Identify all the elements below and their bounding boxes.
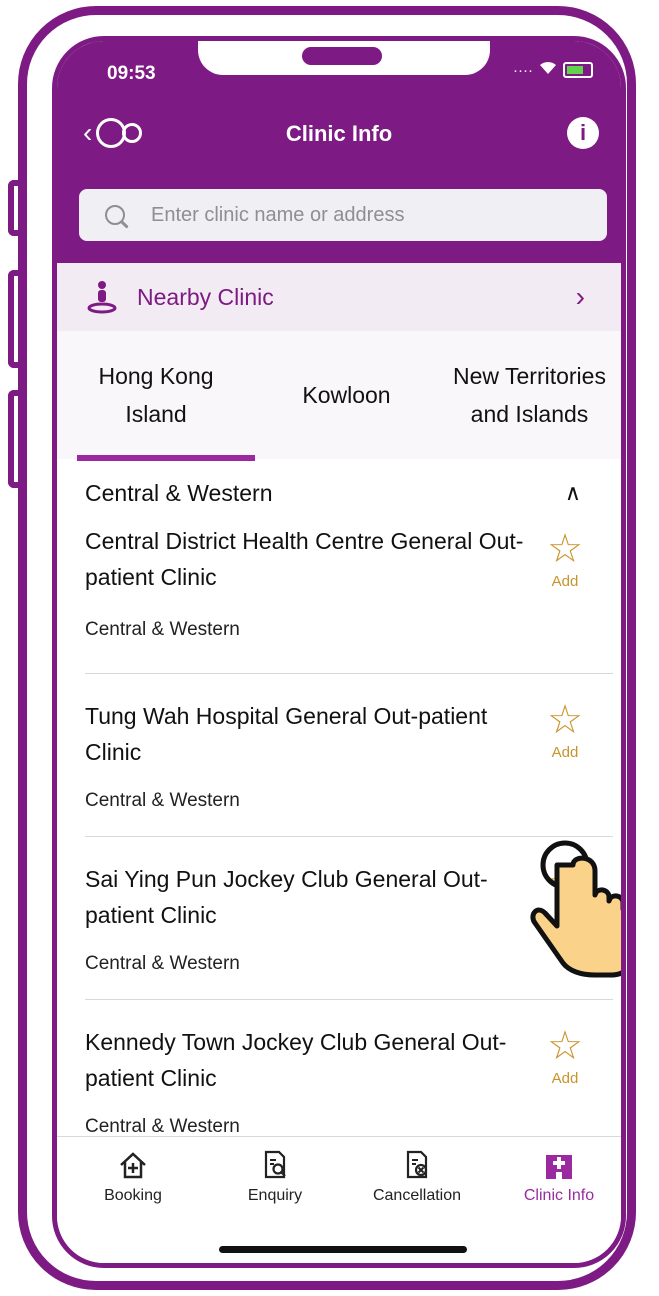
info-button[interactable]: i <box>567 117 599 149</box>
hospital-icon <box>499 1147 619 1183</box>
add-label: Add <box>551 1070 579 1087</box>
clinic-name: Kennedy Town Jockey Club General Out-pat… <box>85 1029 507 1091</box>
page-title: Clinic Info <box>285 121 393 146</box>
star-icon: ☆ <box>547 1024 583 1068</box>
bottom-tab-bar: Booking Enquiry Cancellation Clinic Info <box>57 1136 621 1263</box>
add-favourite-button[interactable]: ☆ Add <box>545 700 585 761</box>
search-input[interactable]: Enter clinic name or address <box>151 204 404 227</box>
volume-down-button <box>8 390 18 488</box>
add-favourite-button[interactable]: ☆ Add <box>545 1026 585 1087</box>
star-icon: ☆ <box>547 698 583 742</box>
add-label: Add <box>551 573 579 590</box>
region-tabs: Hong Kong Island Kowloon New Territories… <box>57 331 621 461</box>
tab-label: Clinic Info <box>523 1187 595 1204</box>
tab-booking[interactable]: Booking <box>73 1147 193 1205</box>
tab-new-territories[interactable]: New Territories and Islands <box>438 331 621 459</box>
mute-switch <box>8 180 18 236</box>
tab-hong-kong-island[interactable]: Hong Kong Island <box>57 331 255 461</box>
app-header: 09:53 ···· ‹ Clinic Info i Enter clinic … <box>57 41 621 263</box>
tab-label: Booking <box>104 1187 162 1204</box>
tab-label: Cancellation <box>372 1187 462 1204</box>
district-name: Central & Western <box>85 479 273 506</box>
clinic-list: Central & Western ∧ Central District Hea… <box>57 461 621 1162</box>
signal-icon: ···· <box>513 61 533 79</box>
clinic-item[interactable]: Central District Health Centre General O… <box>85 525 613 674</box>
clinic-name: Sai Ying Pun Jockey Club General Out-pat… <box>85 866 488 928</box>
clinic-district: Central & Western <box>85 790 240 811</box>
status-time: 09:53 <box>107 63 156 84</box>
location-person-icon <box>87 280 117 314</box>
home-indicator <box>219 1246 467 1253</box>
add-label: Add <box>551 744 579 761</box>
tap-hand-icon <box>530 840 621 978</box>
tab-kowloon[interactable]: Kowloon <box>255 331 438 459</box>
nearby-clinic-row[interactable]: Nearby Clinic › <box>57 263 621 331</box>
tab-label: New Territories and Islands <box>453 363 606 427</box>
document-search-icon <box>215 1147 335 1183</box>
speaker-icon <box>302 47 382 65</box>
tab-label: Enquiry <box>247 1187 303 1204</box>
district-header[interactable]: Central & Western ∧ <box>57 461 621 525</box>
search-bar[interactable]: Enter clinic name or address <box>79 189 607 241</box>
clinic-name: Central District Health Centre General O… <box>85 528 524 590</box>
status-icons: ···· <box>513 61 593 79</box>
clinic-name: Tung Wah Hospital General Out-patient Cl… <box>85 703 488 765</box>
app-screen: 09:53 ···· ‹ Clinic Info i Enter clinic … <box>52 36 626 1268</box>
search-icon <box>105 205 125 225</box>
wifi-icon <box>539 61 557 79</box>
tab-label: Kowloon <box>302 382 391 408</box>
volume-up-button <box>8 270 18 368</box>
star-icon: ☆ <box>547 527 583 571</box>
house-plus-icon <box>73 1147 193 1183</box>
clinic-district: Central & Western <box>85 953 240 974</box>
tab-label: Hong Kong Island <box>98 363 214 427</box>
clinic-item[interactable]: Tung Wah Hospital General Out-patient Cl… <box>85 674 613 837</box>
tab-enquiry[interactable]: Enquiry <box>215 1147 335 1205</box>
add-favourite-button[interactable]: ☆ Add <box>545 529 585 590</box>
nearby-clinic-label: Nearby Clinic <box>137 283 274 310</box>
chevron-up-icon: ∧ <box>564 480 581 505</box>
battery-icon <box>563 62 593 78</box>
chevron-right-icon: › <box>575 281 585 312</box>
clinic-district: Central & Western <box>85 619 240 640</box>
clinic-district: Central & Western <box>85 1116 240 1137</box>
tab-clinic-info[interactable]: Clinic Info <box>499 1147 619 1205</box>
tab-cancellation[interactable]: Cancellation <box>357 1147 477 1205</box>
document-cancel-icon <box>357 1147 477 1183</box>
